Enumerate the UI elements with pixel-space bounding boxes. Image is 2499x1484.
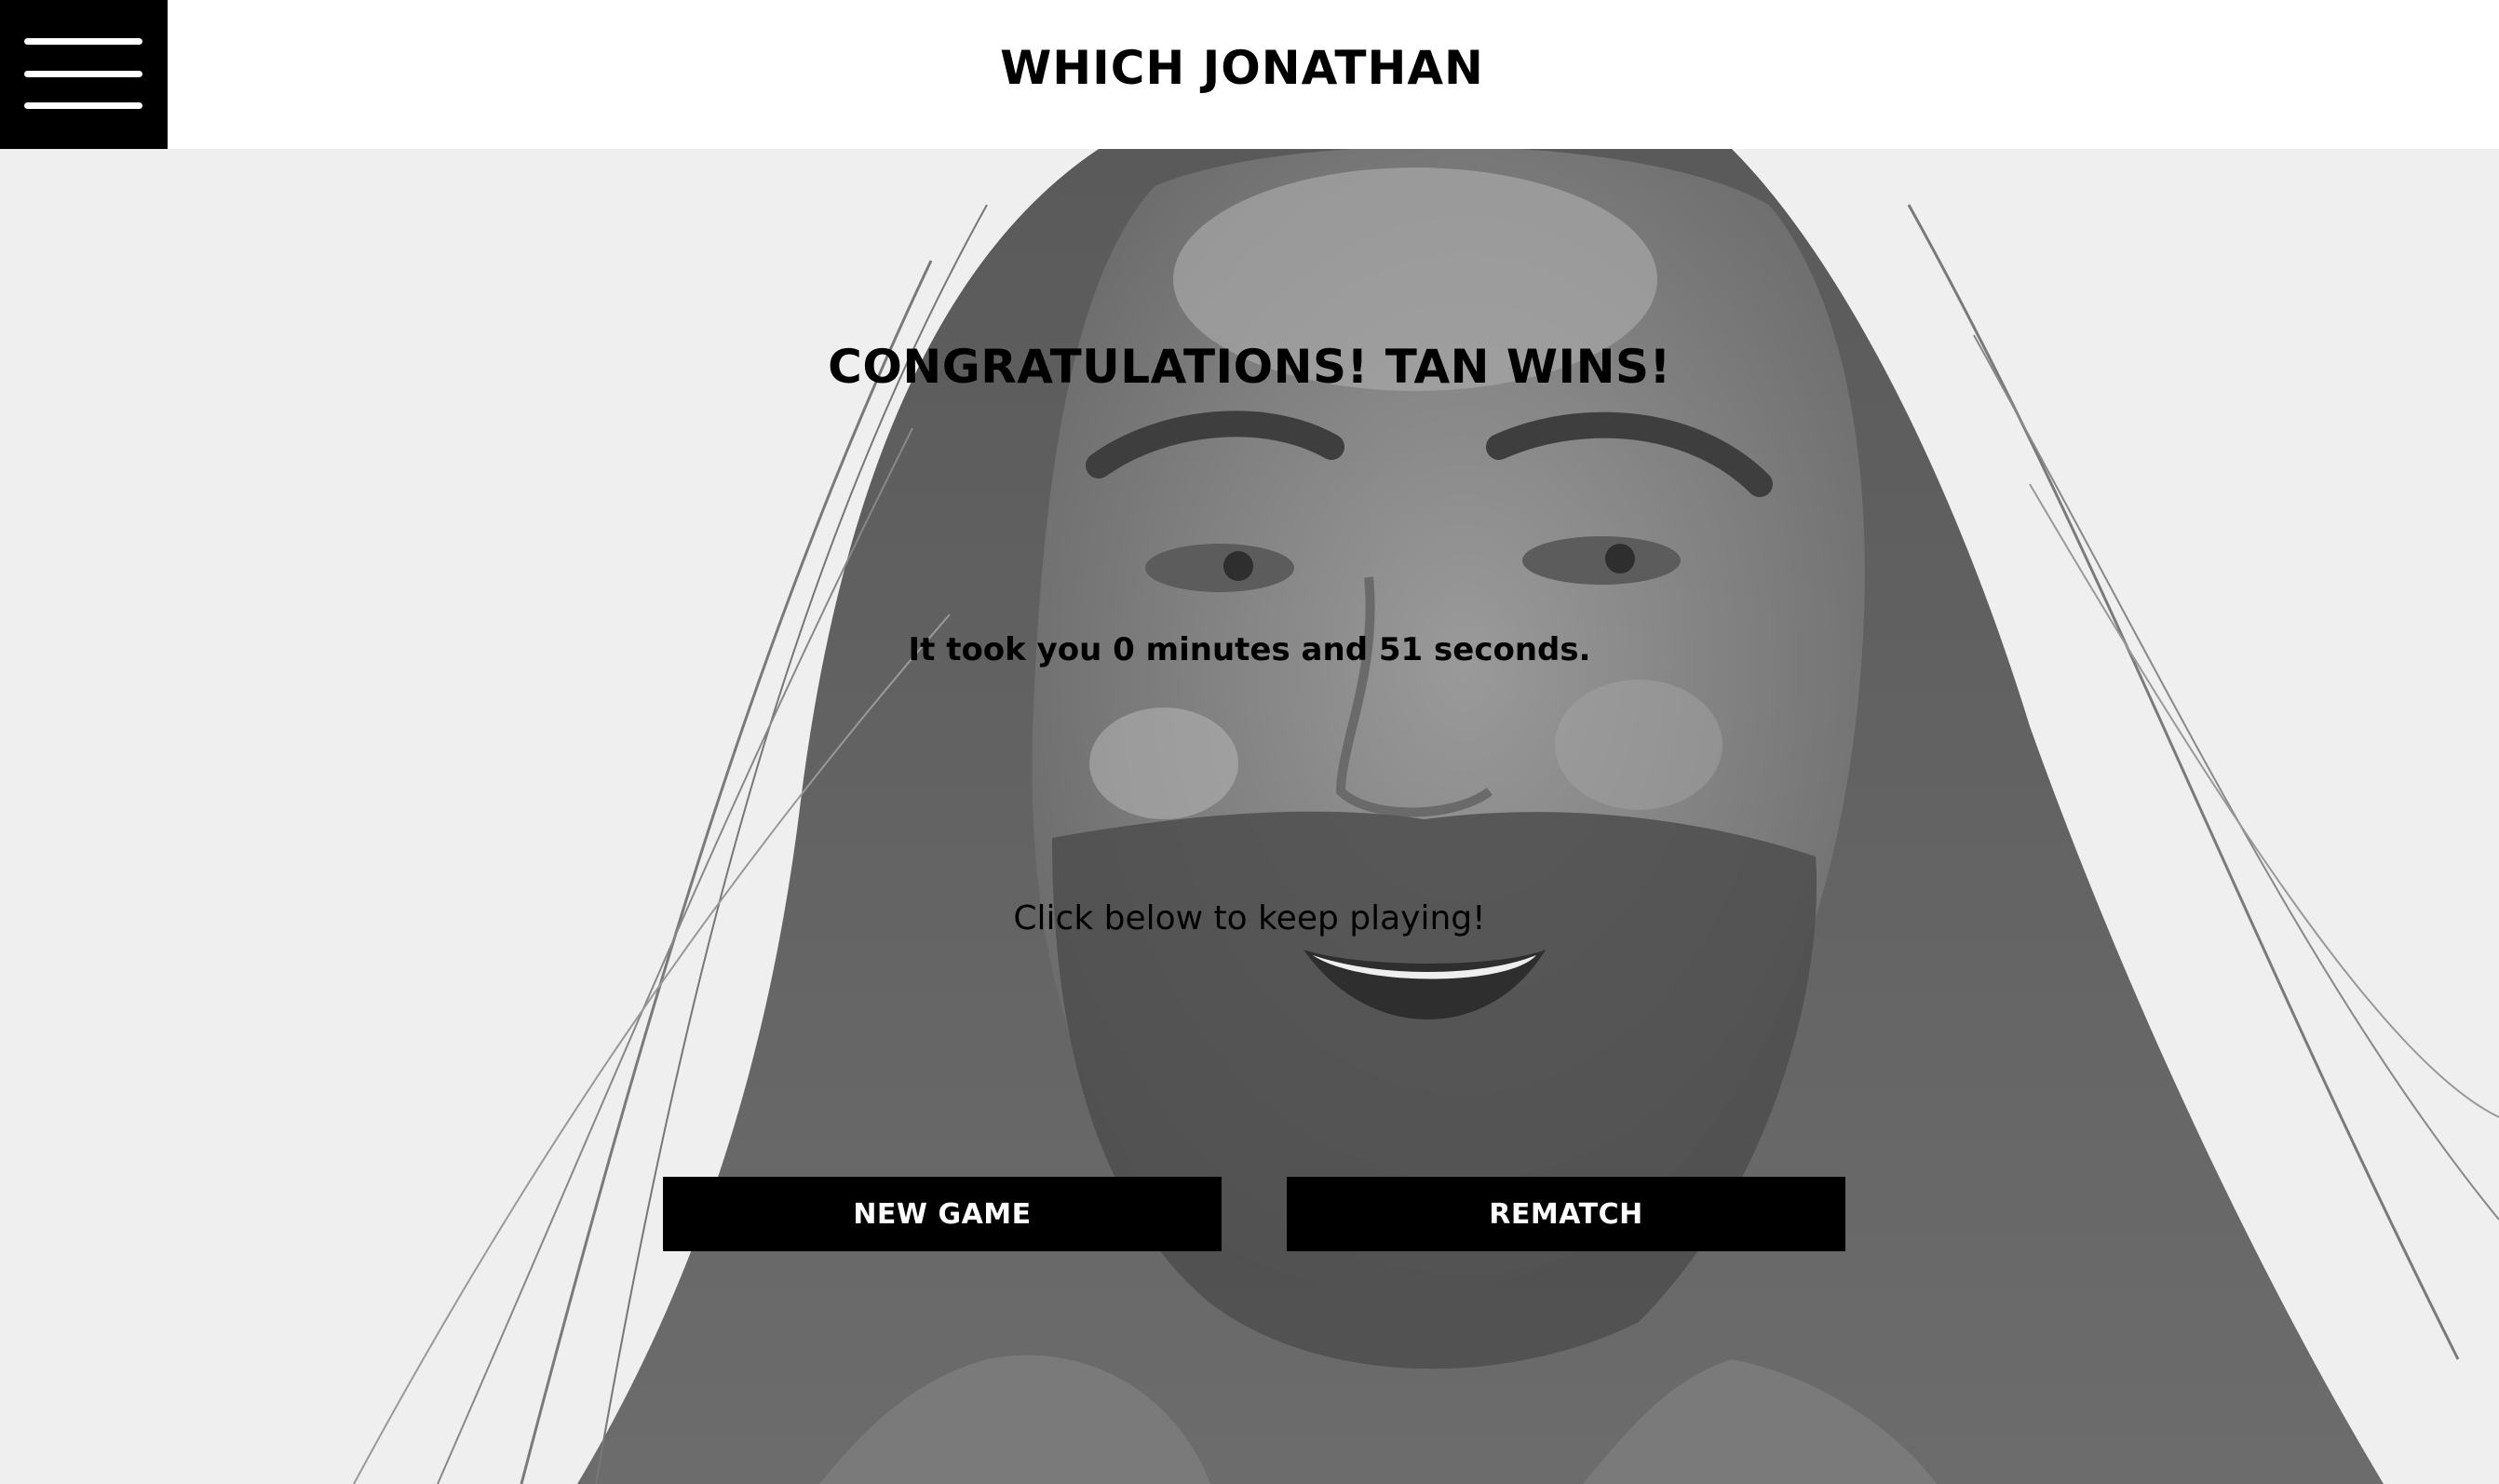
win-title: CONGRATULATIONS! TAN WINS! [828,340,1671,394]
top-bar: WHICH JONATHAN [0,0,2499,149]
site-title: WHICH JONATHAN [0,41,2499,95]
rematch-button[interactable]: REMATCH [1287,1177,1845,1251]
elapsed-time-message: It took you 0 minutes and 51 seconds. [908,631,1591,668]
new-game-button[interactable]: NEW GAME [663,1177,1222,1251]
result-panel: CONGRATULATIONS! TAN WINS! It took you 0… [0,149,2499,1484]
site-title-text: WHICH JONATHAN [1000,41,1484,95]
page: WHICH JONATHAN CONGRATULATIONS! TAN WINS… [0,0,2499,1484]
keep-playing-prompt: Click below to keep playing! [1013,899,1486,938]
hamburger-menu-icon-line [24,102,142,109]
